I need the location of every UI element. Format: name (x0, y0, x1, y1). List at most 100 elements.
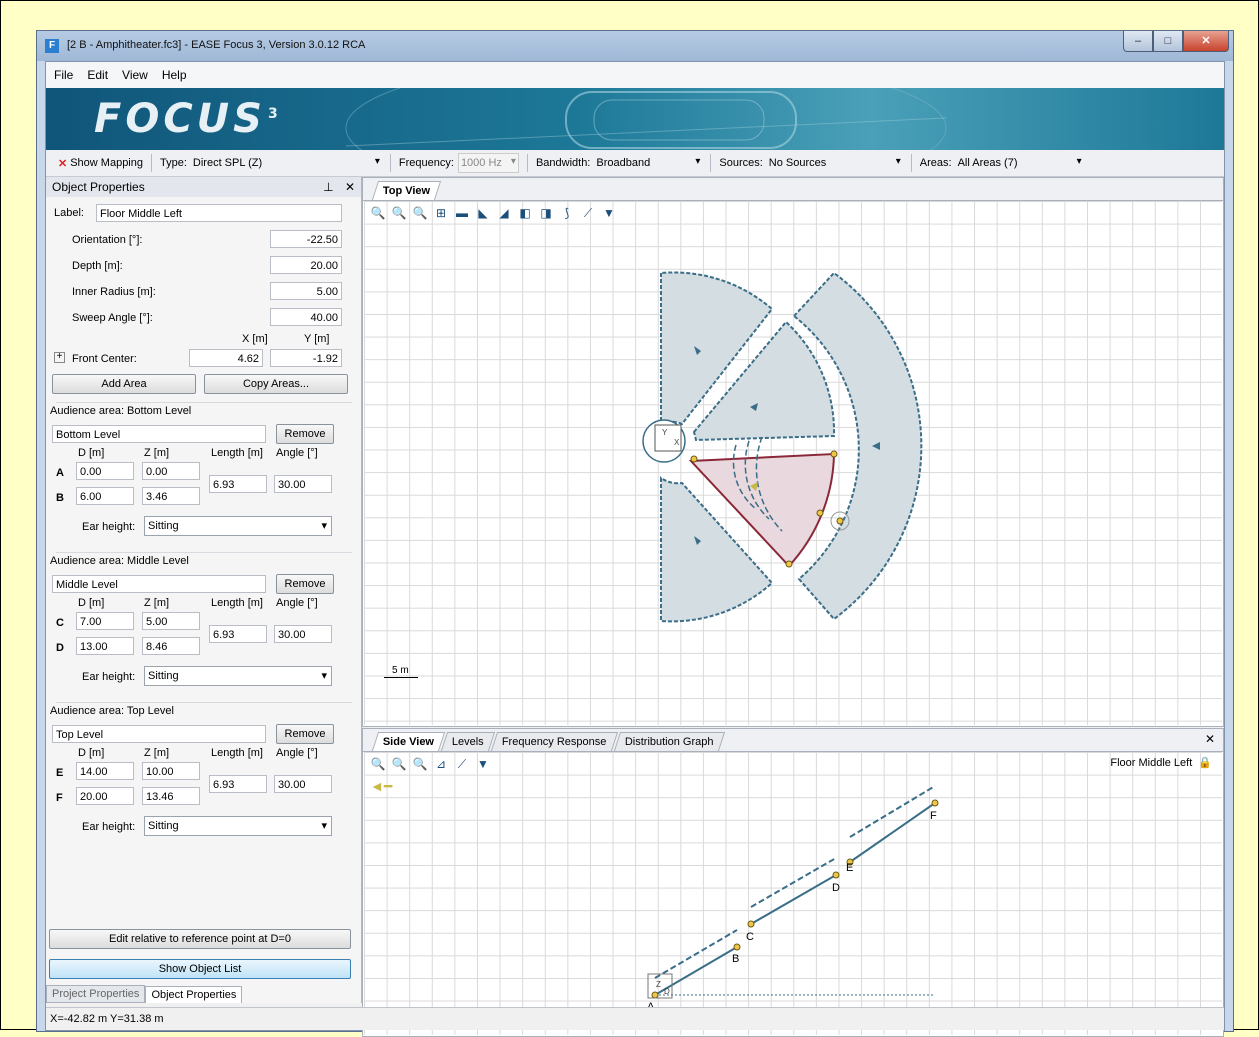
point-d-input[interactable]: 13.00 (76, 637, 134, 655)
point-d-input[interactable]: 14.00 (76, 762, 134, 780)
side-view-tabs: Side View Levels Frequency Response Dist… (363, 729, 1223, 752)
tab-top-view[interactable]: Top View (371, 181, 442, 200)
maximize-button[interactable]: □ (1153, 31, 1183, 52)
side-view-canvas[interactable]: 🔍 🔍 🔍 ⊿ ⟋ ▼ ◄━ Floor Middle Left 🔒 Z D B… (364, 752, 1222, 1035)
menu-edit[interactable]: Edit (87, 68, 108, 82)
focus-banner: FOCUS 3 (46, 88, 1224, 150)
side-view-close-icon[interactable]: ✕ (1205, 732, 1215, 746)
point-label: C (56, 617, 64, 629)
client-area: File Edit View Help FOCUS 3 ✕ Show Mappin… (45, 61, 1225, 1037)
show-mapping-button[interactable]: ✕ Show Mapping (46, 150, 147, 176)
title-bar[interactable]: F [2 B - Amphitheater.fc3] - EASE Focus … (37, 31, 1233, 61)
frequency-dropdown: 1000 Hz (457, 153, 519, 173)
point-d-input[interactable]: 0.00 (76, 462, 134, 480)
level-group-top: Audience area: Top Level Top Level Remov… (50, 702, 352, 845)
tab-frequency-response[interactable]: Frequency Response (490, 732, 618, 751)
toolbar-separator (389, 154, 391, 172)
length-input[interactable]: 6.93 (209, 475, 267, 493)
edit-relative-button[interactable]: Edit relative to reference point at D=0 (49, 929, 351, 949)
level-group-middle: Audience area: Middle Level Middle Level… (50, 552, 352, 695)
point-z-input[interactable]: 13.46 (142, 787, 200, 805)
remove-level-button-top[interactable]: Remove (276, 724, 334, 744)
point-d-input[interactable]: 7.00 (76, 612, 134, 630)
tab-distribution-graph[interactable]: Distribution Graph (613, 732, 725, 751)
type-label: Type: (160, 157, 187, 169)
angle-column-header: Angle [°] (276, 747, 318, 759)
label-caption: Label: (54, 207, 84, 219)
add-area-button[interactable]: Add Area (52, 374, 196, 394)
panel-header: Object Properties ⊥ ✕ (46, 177, 361, 197)
toolbar-separator (710, 154, 712, 172)
show-object-list-button[interactable]: Show Object List (49, 959, 351, 979)
top-view-scale: 5 m (384, 665, 418, 678)
point-z-input[interactable]: 0.00 (142, 462, 200, 480)
copy-areas-button[interactable]: Copy Areas... (204, 374, 348, 394)
tab-side-view[interactable]: Side View (371, 732, 446, 751)
angle-input[interactable]: 30.00 (274, 625, 332, 643)
panel-close-icon[interactable]: ✕ (345, 180, 355, 194)
orientation-label: Orientation [°]: (72, 234, 143, 246)
close-button[interactable]: ✕ (1183, 31, 1229, 52)
areas-dropdown[interactable]: All Areas (7) (958, 154, 1084, 172)
menu-file[interactable]: File (54, 68, 73, 82)
ear-height-select-middle[interactable]: Sitting (144, 666, 332, 686)
point-label: E (56, 767, 64, 779)
sweep-angle-input[interactable]: 40.00 (270, 308, 342, 326)
point-d-input[interactable]: 20.00 (76, 787, 134, 805)
point-z-input[interactable]: 10.00 (142, 762, 200, 780)
point-d-input[interactable]: 6.00 (76, 487, 134, 505)
length-input[interactable]: 6.93 (209, 775, 267, 793)
point-z-input[interactable]: 5.00 (142, 612, 200, 630)
frequency-label: Frequency: (398, 157, 454, 169)
sources-dropdown[interactable]: No Sources (769, 154, 903, 172)
ear-height-label: Ear height: (82, 821, 136, 833)
level-name-input-bottom[interactable]: Bottom Level (52, 425, 266, 443)
mapping-icon: ✕ (58, 157, 68, 170)
level-title: Audience area: Top Level (50, 705, 174, 717)
pin-icon[interactable]: ⊥ (323, 180, 333, 194)
areas-label: Areas: (919, 157, 952, 169)
remove-level-button-middle[interactable]: Remove (276, 574, 334, 594)
x-column-header: X [m] (242, 333, 268, 345)
point-z-input[interactable]: 3.46 (142, 487, 200, 505)
angle-input[interactable]: 30.00 (274, 775, 332, 793)
length-column-header: Length [m] (211, 597, 263, 609)
type-dropdown[interactable]: Direct SPL (Z) (193, 154, 382, 172)
point-z-input[interactable]: 8.46 (142, 637, 200, 655)
orientation-input[interactable]: -22.50 (270, 230, 342, 248)
ear-height-select-top[interactable]: Sitting (144, 816, 332, 836)
top-view-tabs: Top View (363, 178, 1223, 201)
point-label: A (56, 467, 64, 479)
remove-level-button-bottom[interactable]: Remove (276, 424, 334, 444)
point-label-c: C (746, 931, 754, 943)
level-title: Audience area: Middle Level (50, 555, 189, 567)
point-label: F (56, 792, 63, 804)
bandwidth-dropdown[interactable]: Broadband (596, 154, 702, 172)
level-name-input-top[interactable]: Top Level (52, 725, 266, 743)
inner-radius-label: Inner Radius [m]: (72, 286, 156, 298)
point-label: B (56, 492, 64, 504)
inner-radius-input[interactable]: 5.00 (270, 282, 342, 300)
front-center-x-input[interactable]: 4.62 (189, 349, 263, 367)
angle-input[interactable]: 30.00 (274, 475, 332, 493)
front-center-y-input[interactable]: -1.92 (270, 349, 342, 367)
length-input[interactable]: 6.93 (209, 625, 267, 643)
top-view-canvas[interactable]: 🔍 🔍 🔍 ⊞ ▬ ◣ ◢ ◧ ◨ ⟆ ⟋ ▼ Y X 5 m (364, 201, 1222, 725)
menu-help[interactable]: Help (162, 68, 187, 82)
tab-object-properties[interactable]: Object Properties (145, 986, 243, 1003)
point-label-f: F (930, 810, 937, 822)
d-column-header: D [m] (78, 447, 105, 459)
ear-height-label: Ear height: (82, 521, 136, 533)
label-input[interactable]: Floor Middle Left (96, 204, 342, 222)
level-name-input-middle[interactable]: Middle Level (52, 575, 266, 593)
ear-height-select-bottom[interactable]: Sitting (144, 516, 332, 536)
minimize-button[interactable]: – (1123, 31, 1153, 52)
sweep-angle-label: Sweep Angle [°]: (72, 312, 153, 324)
level-title: Audience area: Bottom Level (50, 405, 192, 417)
depth-input[interactable]: 20.00 (270, 256, 342, 274)
angle-column-header: Angle [°] (276, 597, 318, 609)
menu-view[interactable]: View (122, 68, 148, 82)
tab-project-properties[interactable]: Project Properties (46, 985, 146, 1003)
expand-icon[interactable]: + (54, 352, 65, 363)
tab-levels[interactable]: Levels (441, 732, 496, 751)
